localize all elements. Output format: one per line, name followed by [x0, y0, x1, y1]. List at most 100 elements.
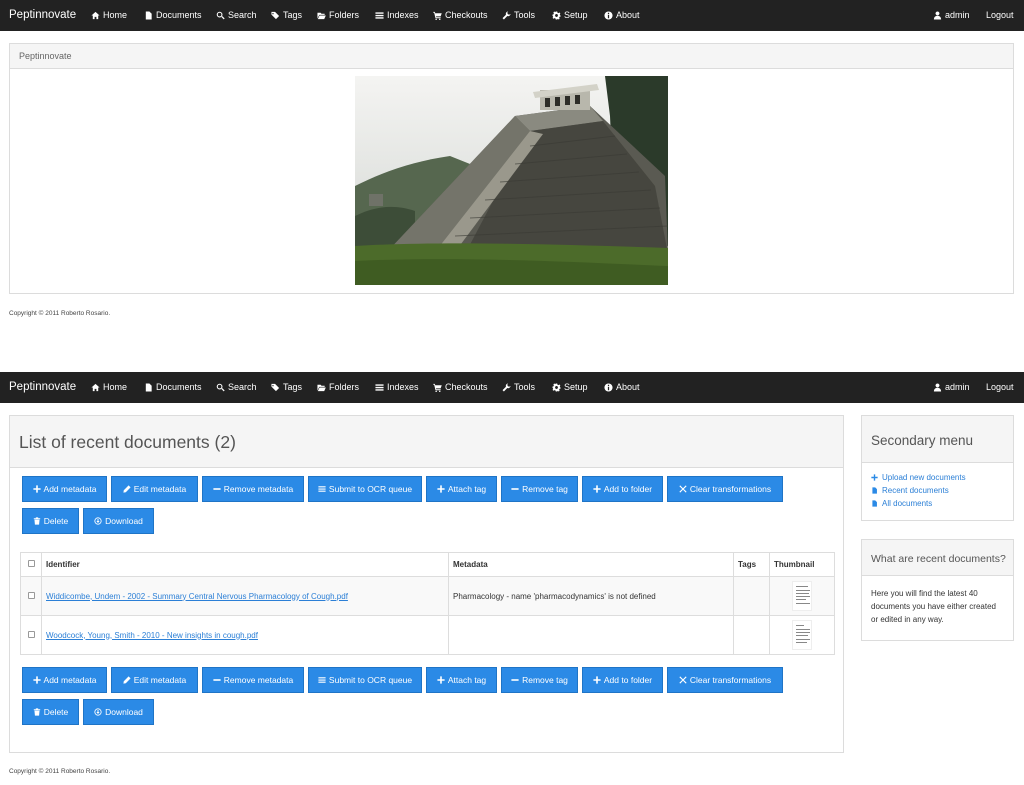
page-title: List of recent documents (2) — [19, 432, 236, 452]
remove-metadata-label: Remove metadata — [223, 484, 294, 494]
remove-metadata-button[interactable]: Remove metadata — [202, 476, 304, 502]
delete-button[interactable]: Delete — [22, 699, 79, 725]
row-select-cell — [20, 576, 42, 616]
document-link[interactable]: Woodcock, Young, Smith - 2010 - New insi… — [46, 631, 258, 640]
info-icon — [604, 383, 613, 392]
nav-user[interactable]: admin — [933, 372, 970, 403]
attach-tag-button[interactable]: Attach tag — [426, 667, 497, 693]
top-navbar: Peptinnovate Home Documents Search Tags … — [0, 0, 1024, 31]
submit-ocr-label: Submit to OCR queue — [328, 484, 413, 494]
recent-documents-link[interactable]: Recent documents — [871, 486, 949, 495]
search-icon — [216, 11, 225, 20]
table-row: Woodcock, Young, Smith - 2010 - New insi… — [20, 615, 835, 655]
add-to-folder-button[interactable]: Add to folder — [582, 667, 663, 693]
nav-user-label: admin — [945, 382, 970, 392]
row-checkbox[interactable] — [27, 591, 35, 599]
identifier-header: Identifier — [41, 552, 449, 577]
close-icon — [679, 485, 687, 493]
document-link[interactable]: Widdicombe, Undem - 2002 - Summary Centr… — [46, 592, 348, 601]
bottom-navbar: Peptinnovate Home Documents Search Tags … — [0, 372, 1024, 403]
nav-tags[interactable]: Tags — [271, 372, 302, 403]
nav-indexes[interactable]: Indexes — [375, 0, 419, 31]
table-header-row: Identifier Metadata Tags Thumbnail — [20, 552, 835, 577]
document-thumbnail[interactable] — [792, 581, 812, 611]
nav-tags[interactable]: Tags — [271, 0, 302, 31]
documents-panel-header: List of recent documents (2) — [10, 416, 843, 468]
nav-documents[interactable]: Documents — [144, 0, 202, 31]
add-metadata-label: Add metadata — [43, 484, 97, 494]
secondary-menu-title: Secondary menu — [871, 433, 974, 448]
nav-tools[interactable]: Tools — [502, 0, 535, 31]
upload-documents-link[interactable]: Upload new documents — [871, 473, 966, 482]
nav-setup[interactable]: Setup — [552, 0, 588, 31]
nav-search[interactable]: Search — [216, 372, 257, 403]
add-metadata-button[interactable]: Add metadata — [22, 476, 107, 502]
add-to-folder-label: Add to folder — [603, 675, 653, 685]
clear-transformations-button[interactable]: Clear transformations — [667, 667, 783, 693]
all-documents-link[interactable]: All documents — [871, 499, 932, 508]
nav-tools-label: Tools — [514, 10, 536, 20]
nav-indexes[interactable]: Indexes — [375, 372, 419, 403]
remove-tag-button[interactable]: Remove tag — [501, 476, 578, 502]
nav-home-label: Home — [103, 382, 128, 392]
brand-link[interactable]: Peptinnovate — [9, 0, 76, 31]
clear-transformations-label: Clear transformations — [689, 675, 772, 685]
nav-logout[interactable]: Logout — [986, 0, 1014, 31]
edit-metadata-button[interactable]: Edit metadata — [111, 667, 198, 693]
home-panel-header: Peptinnovate — [10, 44, 1013, 69]
nav-user[interactable]: admin — [933, 0, 970, 31]
clear-transformations-button[interactable]: Clear transformations — [667, 476, 783, 502]
thumbnail-cell — [769, 576, 835, 616]
nav-home[interactable]: Home — [91, 372, 127, 403]
brand-link[interactable]: Peptinnovate — [9, 372, 76, 403]
nav-indexes-label: Indexes — [387, 382, 419, 392]
nav-documents[interactable]: Documents — [144, 372, 202, 403]
download-button[interactable]: Download — [83, 508, 154, 534]
submit-ocr-button[interactable]: Submit to OCR queue — [308, 476, 422, 502]
plus-icon — [593, 676, 601, 684]
nav-folders[interactable]: Folders — [317, 0, 359, 31]
nav-folders-label: Folders — [329, 382, 360, 392]
nav-about[interactable]: About — [604, 372, 640, 403]
submit-ocr-button[interactable]: Submit to OCR queue — [308, 667, 422, 693]
add-metadata-button[interactable]: Add metadata — [22, 667, 107, 693]
home-icon — [91, 11, 100, 20]
nav-search[interactable]: Search — [216, 0, 257, 31]
edit-metadata-button[interactable]: Edit metadata — [111, 476, 198, 502]
plus-icon — [437, 676, 445, 684]
download-icon — [94, 708, 102, 716]
nav-checkouts[interactable]: Checkouts — [433, 372, 488, 403]
nav-folders[interactable]: Folders — [317, 372, 359, 403]
nav-tools[interactable]: Tools — [502, 372, 535, 403]
download-button[interactable]: Download — [83, 699, 154, 725]
nav-logout[interactable]: Logout — [986, 372, 1014, 403]
select-all-checkbox[interactable] — [27, 560, 35, 567]
nav-setup[interactable]: Setup — [552, 372, 588, 403]
tags-icon — [271, 11, 280, 20]
secondary-menu-header: Secondary menu — [862, 416, 1013, 463]
add-to-folder-button[interactable]: Add to folder — [582, 476, 663, 502]
remove-metadata-button[interactable]: Remove metadata — [202, 667, 304, 693]
help-text: Here you will find the latest 40 documen… — [871, 589, 996, 624]
nav-checkouts[interactable]: Checkouts — [433, 0, 488, 31]
nav-setup-label: Setup — [564, 10, 588, 20]
delete-button[interactable]: Delete — [22, 508, 79, 534]
nav-about[interactable]: About — [604, 0, 640, 31]
remove-metadata-label: Remove metadata — [223, 675, 294, 685]
nav-home[interactable]: Home — [91, 0, 127, 31]
remove-tag-button[interactable]: Remove tag — [501, 667, 578, 693]
nav-search-label: Search — [228, 10, 257, 20]
row-checkbox[interactable] — [27, 630, 35, 638]
wrench-icon — [502, 383, 511, 392]
folder-open-icon — [317, 383, 326, 392]
download-label: Download — [105, 707, 143, 717]
info-icon — [604, 11, 613, 20]
plus-icon — [871, 474, 878, 481]
copyright-top: Copyright © 2011 Roberto Rosario. — [9, 310, 111, 317]
thumbnail-cell — [769, 615, 835, 655]
list-icon — [375, 383, 384, 392]
nav-home-label: Home — [103, 10, 128, 20]
document-thumbnail[interactable] — [792, 620, 812, 650]
plus-icon — [593, 485, 601, 493]
attach-tag-button[interactable]: Attach tag — [426, 476, 497, 502]
